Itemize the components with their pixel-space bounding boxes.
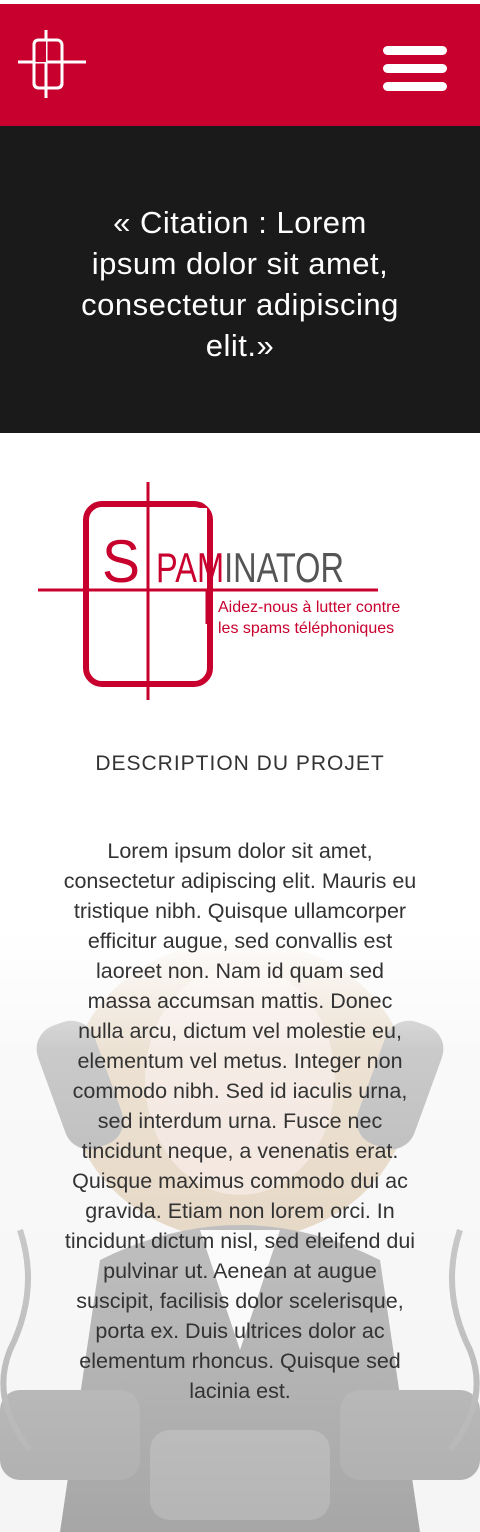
logo-tagline-1: Aidez-nous à lutter contre bbox=[218, 599, 400, 616]
logo-name-inator: INATOR bbox=[224, 544, 344, 591]
quote-text: « Citation : Lorem ipsum dolor sit amet,… bbox=[81, 204, 399, 363]
quote-banner: « Citation : Lorem ipsum dolor sit amet,… bbox=[0, 126, 480, 433]
logo-tagline-2: les spams téléphoniques bbox=[218, 620, 394, 637]
logo-letter-s: S bbox=[102, 528, 140, 595]
site-header bbox=[0, 4, 480, 126]
description-title: DESCRIPTION DU PROJET bbox=[95, 752, 385, 775]
logo-name-pam: PAM bbox=[156, 544, 224, 591]
svg-text:PAMINATOR: PAMINATOR bbox=[156, 544, 344, 591]
crosshair-logo-icon[interactable] bbox=[16, 28, 88, 100]
spaminator-logo: S PAMINATOR Aidez-nous à lutter contre l… bbox=[38, 482, 400, 700]
description-body: Lorem ipsum dolor sit amet, consectetur … bbox=[63, 838, 417, 1403]
hamburger-menu-icon[interactable] bbox=[380, 42, 450, 96]
